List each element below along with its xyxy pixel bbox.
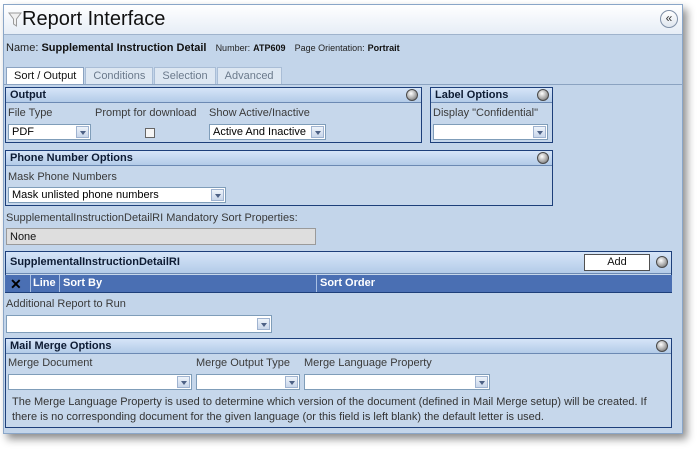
filter-icon	[8, 12, 22, 27]
mandatory-sort-label: SupplementalInstructionDetailRI Mandator…	[6, 212, 298, 224]
report-window: Report Interface « Name: Supplemental In…	[3, 4, 683, 434]
additional-report-label: Additional Report to Run	[6, 298, 126, 310]
panel-toggle-icon[interactable]	[537, 152, 549, 164]
phone-options-panel: Phone Number Options Mask Phone Numbers …	[5, 150, 553, 206]
label-options-title: Label Options	[435, 89, 509, 101]
additional-report-select[interactable]	[6, 315, 272, 333]
tab-sort-output[interactable]: Sort / Output	[6, 67, 85, 84]
merge-language-label: Merge Language Property	[304, 357, 432, 369]
collapse-icon[interactable]: «	[660, 10, 678, 28]
show-active-value: Active And Inactive	[213, 126, 306, 138]
title-bar: Report Interface «	[4, 5, 682, 35]
chevron-down-icon	[211, 189, 224, 201]
file-type-label: File Type	[8, 107, 53, 119]
prompt-download-checkbox[interactable]	[145, 128, 155, 138]
chevron-down-icon	[257, 318, 270, 330]
prompt-download-label: Prompt for download	[95, 107, 197, 119]
column-divider	[30, 275, 31, 292]
output-title: Output	[10, 89, 47, 101]
delete-icon[interactable]: ✕	[10, 277, 23, 291]
report-name-bar: Name: Supplemental Instruction Detail Nu…	[6, 42, 400, 58]
mask-phone-value: Mask unlisted phone numbers	[12, 189, 159, 201]
panel-toggle-icon[interactable]	[406, 89, 418, 101]
file-type-value: PDF	[12, 126, 34, 138]
mail-merge-header: Mail Merge Options	[6, 339, 671, 354]
phone-options-header: Phone Number Options	[6, 151, 552, 166]
column-divider	[59, 275, 60, 292]
display-confidential-label: Display "Confidential"	[433, 107, 539, 119]
sort-grid-title: SupplementalInstructionDetailRI	[10, 256, 180, 268]
label-options-header: Label Options	[431, 88, 552, 103]
mail-merge-panel: Mail Merge Options Merge Document Merge …	[5, 338, 672, 428]
mail-merge-title: Mail Merge Options	[10, 340, 112, 352]
tab-advanced[interactable]: Advanced	[216, 67, 282, 84]
merge-document-select[interactable]	[8, 374, 192, 390]
chevron-down-icon	[76, 126, 89, 138]
tab-conditions[interactable]: Conditions	[85, 67, 154, 84]
report-name: Supplemental Instruction Detail	[41, 42, 207, 54]
number-label: Number:	[215, 43, 251, 53]
chevron-down-icon	[285, 376, 298, 388]
column-divider	[316, 275, 317, 292]
panel-toggle-icon[interactable]	[537, 89, 549, 101]
report-number: ATP609	[253, 43, 286, 53]
merge-document-label: Merge Document	[8, 357, 93, 369]
merge-language-note: The Merge Language Property is used to d…	[12, 396, 647, 423]
chevron-down-icon	[533, 126, 546, 138]
name-label: Name:	[6, 42, 39, 54]
tab-strip: Sort / Output Conditions Selection Advan…	[6, 67, 283, 84]
show-active-select[interactable]: Active And Inactive	[209, 124, 326, 140]
mask-phone-label: Mask Phone Numbers	[8, 171, 117, 183]
chevron-down-icon	[177, 376, 190, 388]
tab-selection[interactable]: Selection	[154, 67, 216, 84]
display-confidential-select[interactable]	[433, 124, 548, 140]
sort-output-content: Output File Type PDF Prompt for download…	[4, 84, 682, 433]
file-type-select[interactable]: PDF	[8, 124, 91, 140]
chevron-down-icon	[311, 126, 324, 138]
window-title: Report Interface	[22, 8, 166, 30]
output-panel: Output File Type PDF Prompt for download…	[5, 87, 422, 143]
sort-grid-columns: ✕ Line Sort By Sort Order	[5, 275, 672, 292]
chevron-down-icon	[475, 376, 488, 388]
mandatory-sort-value: None	[6, 228, 316, 245]
phone-options-title: Phone Number Options	[10, 152, 133, 164]
mask-phone-select[interactable]: Mask unlisted phone numbers	[8, 187, 226, 203]
column-sort-by[interactable]: Sort By	[63, 277, 102, 289]
sort-grid-header: SupplementalInstructionDetailRI	[6, 252, 671, 274]
merge-language-select[interactable]	[304, 374, 490, 390]
add-sort-button[interactable]: Add	[584, 254, 650, 271]
merge-output-type-label: Merge Output Type	[196, 357, 290, 369]
column-sort-order[interactable]: Sort Order	[320, 277, 375, 289]
panel-toggle-icon[interactable]	[656, 340, 668, 352]
show-active-label: Show Active/Inactive	[209, 107, 310, 119]
panel-toggle-icon[interactable]	[656, 256, 668, 268]
page-orientation: Portrait	[367, 43, 400, 53]
merge-output-type-select[interactable]	[196, 374, 300, 390]
orientation-label: Page Orientation:	[294, 43, 365, 53]
output-header: Output	[6, 88, 421, 103]
column-line[interactable]: Line	[33, 277, 56, 289]
label-options-panel: Label Options Display "Confidential"	[430, 87, 553, 143]
